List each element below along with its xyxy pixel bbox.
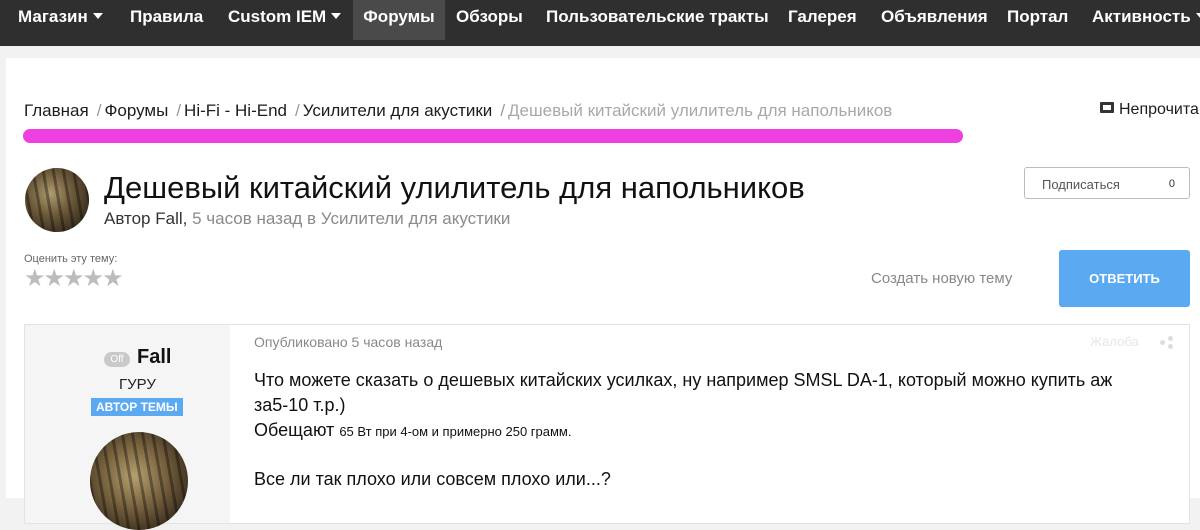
offline-badge: Off xyxy=(104,352,130,367)
post-text-line: Обещают 65 Вт при 4-ом и примерно 250 гр… xyxy=(254,419,1174,443)
breadcrumb-home[interactable]: Главная xyxy=(24,101,89,120)
post-text-main: Обещают xyxy=(254,420,335,440)
nav-item-gallery[interactable]: Галерея xyxy=(788,0,857,40)
breadcrumb-separator: / xyxy=(96,101,102,120)
chevron-down-icon xyxy=(1195,12,1200,19)
page-title: Дешевый китайский улилитель для напольни… xyxy=(104,170,805,205)
nav-item-activity[interactable]: Активность xyxy=(1092,0,1200,40)
star-rating[interactable]: ★★★★★ xyxy=(24,264,124,293)
subscribe-button[interactable]: Подписаться 0 xyxy=(1024,167,1190,199)
post-text-line: Что можете сказать о дешевых китайских у… xyxy=(254,370,1113,390)
nav-item-reviews[interactable]: Обзоры xyxy=(456,0,523,40)
topic-byline: Автор Fall, 5 часов назад в Усилители дл… xyxy=(104,209,510,229)
breadcrumb-separator: / xyxy=(500,101,506,120)
nav-item-user-systems[interactable]: Пользовательские тракты xyxy=(546,0,769,40)
breadcrumb-current: Дешевый китайский улилитель для напольни… xyxy=(508,101,893,120)
unread-icon xyxy=(1100,102,1114,114)
subscribe-count: 0 xyxy=(1168,178,1175,190)
topic-author-badge: АВТОР ТЕМЫ xyxy=(91,398,183,416)
reply-button[interactable]: ОТВЕТИТЬ xyxy=(1059,250,1190,307)
highlight-marker xyxy=(23,129,963,143)
author-rank: ГУРУ xyxy=(119,376,156,393)
breadcrumb-hifi[interactable]: Hi-Fi - Hi-End xyxy=(184,101,287,120)
author-avatar[interactable] xyxy=(25,168,89,232)
subscribe-label: Подписаться xyxy=(1042,177,1120,192)
unread-button[interactable]: Непрочита xyxy=(1100,101,1199,119)
post-author-name[interactable]: Fall xyxy=(137,346,171,369)
nav-item-rules[interactable]: Правила xyxy=(130,0,203,40)
post-text-line: за5-10 т.р.) xyxy=(254,395,346,415)
nav-item-custom-iem[interactable]: Custom IEM xyxy=(228,0,342,40)
nav-item-portal[interactable]: Портал xyxy=(1007,0,1068,40)
nav-item-classifieds[interactable]: Объявления xyxy=(881,0,988,40)
post-text-line: Все ли так плохо или совсем плохо или...… xyxy=(254,469,611,489)
new-topic-link[interactable]: Создать новую тему xyxy=(871,270,1012,287)
breadcrumb-forums[interactable]: Форумы xyxy=(104,101,168,120)
breadcrumb-separator: / xyxy=(295,101,300,120)
unread-label: Непрочита xyxy=(1119,101,1199,118)
report-link[interactable]: Жалоба xyxy=(1090,334,1139,349)
post-date: Опубликовано 5 часов назад xyxy=(254,334,443,350)
breadcrumb-separator: / xyxy=(176,101,182,120)
breadcrumb: Главная / Форумы / Hi-Fi - Hi-End / Усилители … xyxy=(24,101,892,121)
chevron-down-icon xyxy=(92,12,103,19)
nav-item-forums[interactable]: Форумы xyxy=(353,0,445,40)
topic-meta: 5 часов назад в Усилители для акустики xyxy=(192,209,511,228)
breadcrumb-amplifiers[interactable]: Усилители для акустики xyxy=(303,101,493,120)
post-text-small: 65 Вт при 4-ом и примерно 250 грамм. xyxy=(339,424,572,439)
chevron-down-icon xyxy=(331,12,342,19)
author-prefix: Автор xyxy=(104,209,151,228)
top-navigation: Магазин Правила Custom IEM Форумы Обзоры… xyxy=(0,0,1200,46)
share-icon[interactable] xyxy=(1160,336,1174,349)
post-author-avatar[interactable] xyxy=(90,432,188,530)
nav-item-shop[interactable]: Магазин xyxy=(18,0,103,40)
author-link[interactable]: Fall, xyxy=(155,209,187,228)
